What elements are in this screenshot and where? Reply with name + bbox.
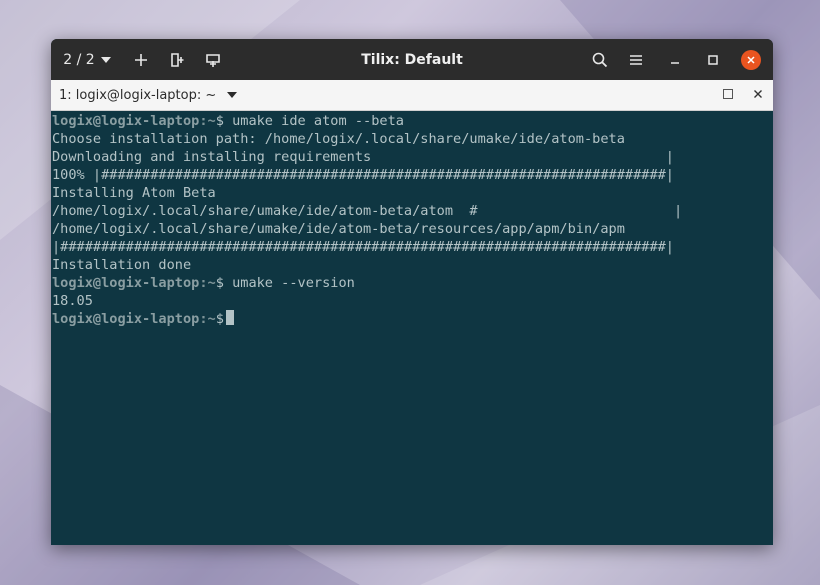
prompt-user: logix@logix-laptop (52, 113, 199, 129)
close-icon (753, 89, 763, 99)
output-line: /home/logix/.local/share/umake/ide/atom-… (52, 202, 773, 220)
plus-icon (134, 53, 148, 67)
terminal-title-label[interactable]: 1: logix@logix-laptop: ~ (59, 80, 216, 110)
prompt-user: logix@logix-laptop (52, 311, 199, 327)
prompt-user: logix@logix-laptop (52, 275, 199, 291)
add-session-button[interactable] (127, 39, 155, 80)
close-icon (746, 55, 756, 65)
minimize-icon (670, 55, 680, 65)
hamburger-menu-button[interactable] (623, 39, 649, 80)
close-terminal-button[interactable] (749, 85, 767, 103)
search-icon (592, 52, 608, 68)
split-right-icon (169, 52, 185, 68)
output-line: 18.05 (52, 292, 773, 310)
hamburger-icon (629, 54, 643, 66)
close-window-button[interactable] (739, 39, 763, 80)
terminal-tab-bar: 1: logix@logix-laptop: ~ (51, 80, 773, 111)
minimize-button[interactable] (663, 39, 687, 80)
session-counter: 2 / 2 (63, 52, 94, 68)
maximize-icon (708, 55, 718, 65)
split-down-icon (205, 52, 221, 68)
terminal-output[interactable]: logix@logix-laptop:~$ umake ide atom --b… (51, 111, 773, 328)
output-line: Installation done (52, 256, 773, 274)
titlebar: 2 / 2 Tilix: Default (51, 39, 773, 80)
prompt-line: logix@logix-laptop:~$ (52, 310, 773, 328)
output-line: /home/logix/.local/share/umake/ide/atom-… (52, 220, 773, 238)
prompt-path: :~ (199, 113, 215, 129)
prompt-line: logix@logix-laptop:~$ umake ide atom --b… (52, 112, 773, 130)
output-line: 100% |##################################… (52, 166, 773, 184)
output-line: Installing Atom Beta (52, 184, 773, 202)
prompt-symbol: $ (216, 113, 224, 129)
text-cursor (226, 310, 234, 325)
add-terminal-down-button[interactable] (199, 39, 227, 80)
command-text: umake --version (224, 275, 355, 291)
session-switcher-button[interactable]: 2 / 2 (59, 39, 115, 80)
chevron-down-icon (101, 57, 111, 63)
output-line: Choose installation path: /home/logix/.l… (52, 130, 773, 148)
chevron-down-icon[interactable] (227, 92, 237, 98)
prompt-line: logix@logix-laptop:~$ umake --version (52, 274, 773, 292)
add-terminal-right-button[interactable] (163, 39, 191, 80)
find-button[interactable] (587, 39, 613, 80)
prompt-path: :~ (199, 311, 215, 327)
maximize-terminal-icon[interactable] (723, 89, 733, 99)
tilix-window: 2 / 2 Tilix: Default (51, 39, 773, 545)
output-line: |#######################################… (52, 238, 773, 256)
output-line: Downloading and installing requirements … (52, 148, 773, 166)
prompt-symbol: $ (216, 311, 224, 327)
prompt-path: :~ (199, 275, 215, 291)
maximize-button[interactable] (701, 39, 725, 80)
command-text: umake ide atom --beta (224, 113, 404, 129)
prompt-symbol: $ (216, 275, 224, 291)
close-circle (741, 50, 761, 70)
